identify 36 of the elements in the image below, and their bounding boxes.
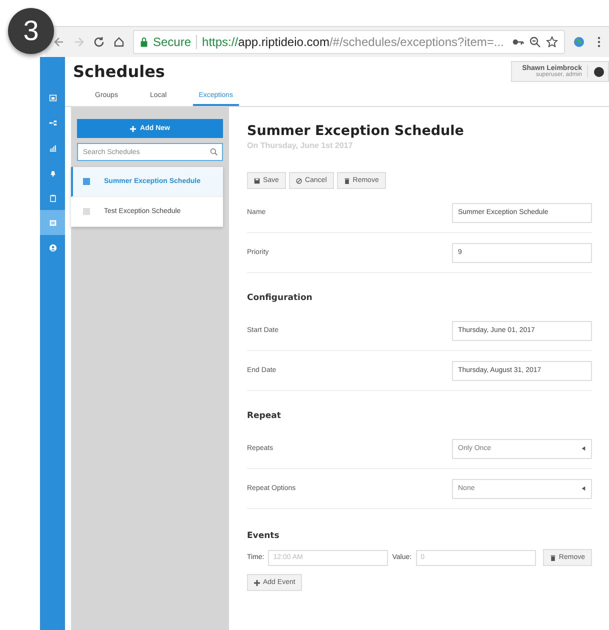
checkbox[interactable]: [83, 178, 90, 185]
address-bar[interactable]: Secure https://app.riptideio.com/#/schedules/exceptions?item=...: [133, 30, 565, 54]
globe-icon[interactable]: [573, 36, 585, 48]
list-icon: [48, 218, 56, 226]
section-heading: Repeat: [247, 410, 282, 423]
avatar: [594, 66, 604, 76]
plus-icon: [130, 126, 136, 132]
home-icon[interactable]: [113, 36, 125, 48]
back-icon[interactable]: [53, 36, 65, 48]
reload-icon[interactable]: [93, 36, 105, 48]
step-number-badge: 3: [8, 8, 54, 54]
user-icon: [48, 244, 56, 252]
caret-icon: [581, 486, 586, 491]
plus-icon: [254, 580, 260, 586]
search-icon: [210, 148, 218, 156]
section-heading: Events: [247, 530, 280, 543]
checkbox[interactable]: [83, 208, 90, 215]
calendar-icon: [48, 94, 56, 102]
schedule-title: Summer Exception Schedule: [247, 123, 465, 139]
sidebar-item[interactable]: [40, 210, 65, 235]
trash-icon: [550, 554, 556, 560]
star-icon[interactable]: [546, 36, 558, 48]
section-heading: Configuration: [247, 292, 314, 305]
caret-icon: [581, 446, 586, 451]
save-icon: [254, 178, 260, 184]
page-title: Schedules: [73, 62, 165, 81]
cancel-icon: [296, 178, 302, 184]
zoom-icon[interactable]: [529, 36, 541, 48]
chart-icon: [48, 144, 56, 152]
lock-icon: [140, 37, 148, 47]
network-icon: [48, 118, 56, 126]
secure-label: Secure: [153, 35, 192, 49]
bell-icon: [48, 168, 56, 176]
url-text: https://app.riptideio.com/#/schedules/exceptions?item=...: [202, 35, 505, 49]
trash-icon: [344, 178, 350, 184]
clipboard-icon: [48, 194, 56, 202]
